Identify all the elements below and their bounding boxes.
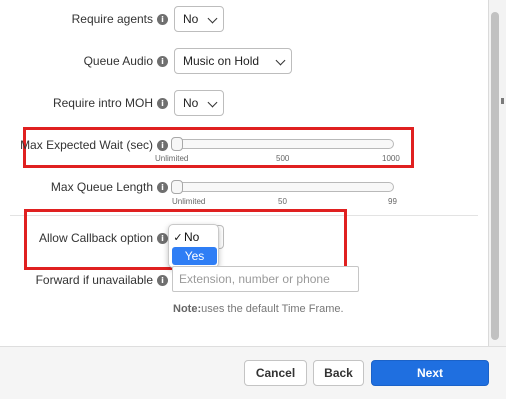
max-expected-wait-slider[interactable]: [171, 137, 394, 151]
forward-if-unavailable-input[interactable]: [172, 266, 359, 292]
slider-tick-label: 500: [276, 154, 290, 163]
slider-tick-label: 99: [388, 197, 397, 206]
queue-audio-label: Queue Audio i: [84, 54, 168, 68]
back-button[interactable]: Back: [313, 360, 364, 386]
edge-mark: [501, 98, 504, 104]
require-agents-label: Require agents i: [72, 12, 168, 26]
slider-tick-label: Unlimited: [172, 197, 206, 206]
max-queue-length-label: Max Queue Length i: [51, 180, 168, 194]
chevron-down-icon: [207, 13, 218, 24]
note-text: Note:uses the default Time Frame.: [173, 303, 344, 315]
max-queue-length-slider[interactable]: [171, 180, 394, 194]
slider-handle[interactable]: [171, 180, 183, 194]
cancel-button[interactable]: Cancel: [244, 360, 307, 386]
dropdown-option-yes[interactable]: Yes: [172, 247, 217, 265]
info-icon[interactable]: i: [157, 14, 168, 25]
dropdown-option-no[interactable]: ✓No: [172, 228, 217, 246]
info-icon[interactable]: i: [157, 233, 168, 244]
checkmark-icon: ✓: [173, 231, 183, 244]
info-icon[interactable]: i: [157, 182, 168, 193]
queue-audio-select[interactable]: Music on Hold: [174, 48, 292, 74]
forward-if-unavailable-label: Forward if unavailable i: [36, 273, 168, 287]
max-expected-wait-label: Max Expected Wait (sec) i: [20, 138, 168, 152]
info-icon[interactable]: i: [157, 140, 168, 151]
info-icon[interactable]: i: [157, 98, 168, 109]
slider-tick-label: 1000: [382, 154, 400, 163]
slider-handle[interactable]: [171, 137, 183, 151]
scrollbar-thumb[interactable]: [491, 12, 499, 340]
require-intro-moh-label: Require intro MOH i: [53, 96, 168, 110]
require-intro-moh-select[interactable]: No: [174, 90, 224, 116]
allow-callback-label: Allow Callback option i: [39, 231, 168, 245]
require-agents-select[interactable]: No: [174, 6, 224, 32]
next-button[interactable]: Next: [371, 360, 489, 386]
slider-tick-label: 50: [278, 197, 287, 206]
info-icon[interactable]: i: [157, 56, 168, 67]
info-icon[interactable]: i: [157, 275, 168, 286]
chevron-down-icon: [207, 97, 218, 108]
chevron-down-icon: [275, 55, 286, 66]
allow-callback-dropdown[interactable]: ✓No Yes: [168, 224, 219, 268]
slider-tick-label: Unlimited: [155, 154, 189, 163]
